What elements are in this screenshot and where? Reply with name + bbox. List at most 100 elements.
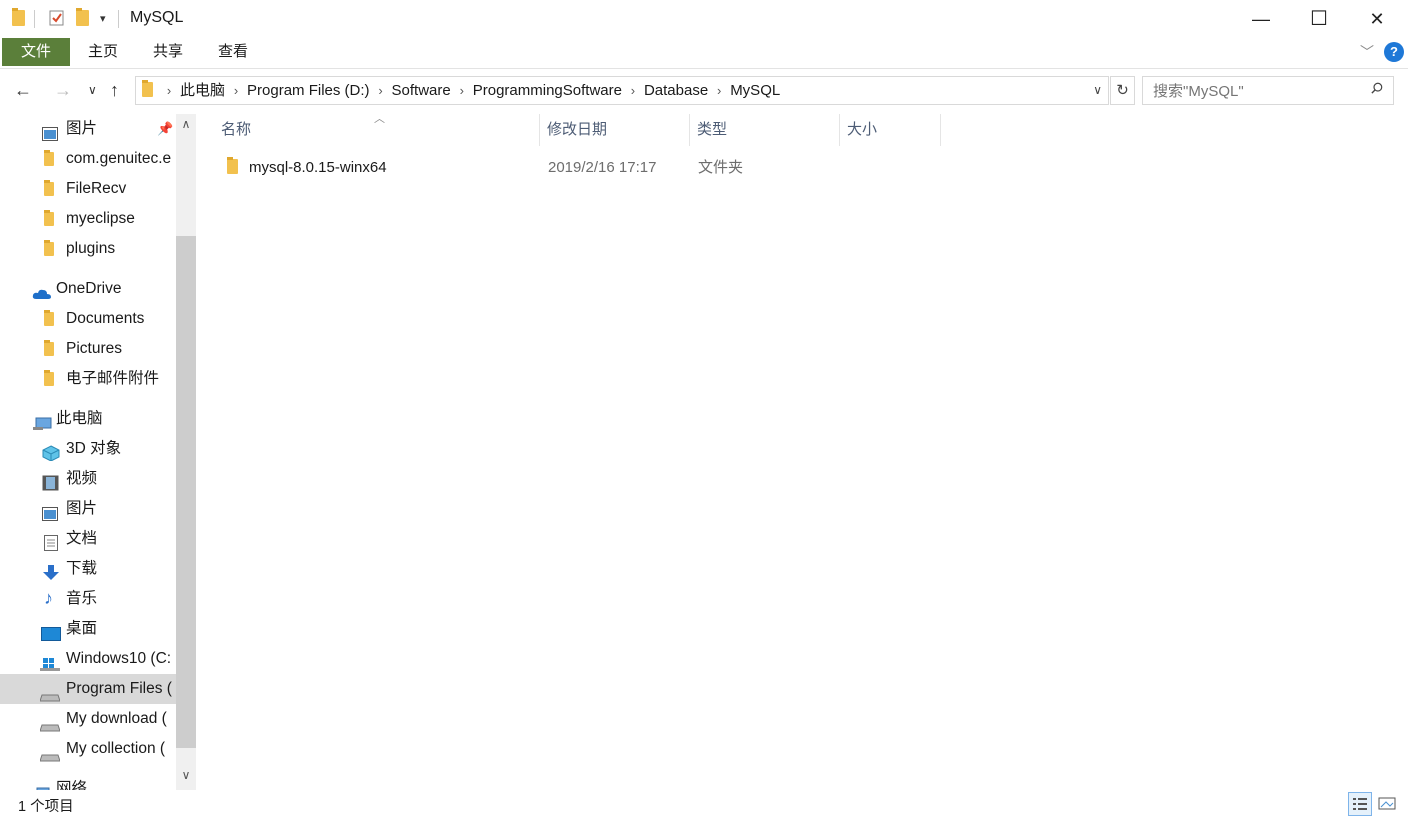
3d-objects-icon (42, 442, 60, 462)
help-icon[interactable]: ? (1384, 42, 1404, 62)
breadcrumb-separator[interactable]: › (225, 77, 247, 104)
sidebar-item-pictures[interactable]: Pictures (0, 334, 176, 364)
sidebar-item-label: 下载 (66, 560, 98, 577)
sidebar-item-com-genuitec[interactable]: com.genuitec.e (0, 144, 176, 174)
pictures-icon (42, 502, 58, 521)
sidebar-item-label: plugins (66, 240, 116, 257)
network-icon (32, 782, 50, 790)
sidebar-item-network[interactable]: 网络 (0, 774, 176, 790)
sidebar-item-label: myeclipse (66, 210, 135, 227)
properties-icon[interactable] (48, 9, 66, 31)
sidebar-item-3d-objects[interactable]: 3D 对象 (0, 434, 176, 464)
folder-icon (44, 240, 58, 256)
onedrive-icon (32, 282, 51, 299)
customize-toolbar-icon[interactable]: ▾ (100, 12, 106, 25)
sidebar-scrollbar[interactable]: ∧ ∨ (176, 114, 196, 790)
sidebar-item-plugins[interactable]: plugins (0, 234, 176, 264)
sidebar-item-label: OneDrive (56, 280, 122, 297)
breadcrumb-programming-software[interactable]: ProgrammingSoftware (473, 77, 622, 104)
sidebar-item-label: 此电脑 (56, 410, 103, 427)
details-view-button[interactable] (1348, 792, 1372, 816)
recent-locations-button[interactable]: ∨ (88, 83, 97, 97)
sidebar-item-myeclipse[interactable]: myeclipse (0, 204, 176, 234)
sidebar-item-music[interactable]: ♪ 音乐 (0, 584, 176, 614)
sidebar-item-this-pc[interactable]: 此电脑 (0, 404, 176, 434)
search-icon (1371, 82, 1383, 94)
sidebar-item-label: Documents (66, 310, 145, 327)
divider (118, 10, 119, 28)
sidebar-item-documents[interactable]: Documents (0, 304, 176, 334)
file-name: mysql-8.0.15-winx64 (249, 159, 387, 176)
back-button[interactable]: ← (14, 80, 32, 101)
breadcrumb-separator[interactable]: › (451, 77, 473, 104)
scroll-down-icon[interactable]: ∨ (176, 768, 196, 782)
maximize-button[interactable]: ☐ (1290, 0, 1348, 38)
sidebar-item-label: 图片 (66, 120, 98, 137)
close-button[interactable]: ✕ (1348, 0, 1406, 38)
breadcrumb-drive-d[interactable]: Program Files (D:) (247, 77, 370, 104)
breadcrumb-separator[interactable]: › (158, 77, 180, 104)
breadcrumb-this-pc[interactable]: 此电脑 (180, 77, 225, 104)
table-row[interactable]: mysql-8.0.15-winx64 2019/2/16 17:17 文件夹 (220, 154, 940, 182)
breadcrumb-database[interactable]: Database (644, 77, 708, 104)
sidebar-item-docs-pc[interactable]: 文档 (0, 524, 176, 554)
up-button[interactable]: ↑ (110, 80, 119, 101)
search-box[interactable] (1142, 76, 1394, 105)
sidebar-item-pictures-pinned[interactable]: 图片 📌 (0, 114, 176, 144)
sidebar-item-email-attachments[interactable]: 电子邮件附件 (0, 364, 176, 394)
breadcrumb-software[interactable]: Software (392, 77, 451, 104)
breadcrumb-separator[interactable]: › (708, 77, 730, 104)
sidebar-item-onedrive[interactable]: OneDrive (0, 274, 176, 304)
breadcrumb-separator[interactable]: › (370, 77, 392, 104)
forward-button[interactable]: → (54, 80, 72, 101)
sidebar-item-drive-c[interactable]: Windows10 (C: (0, 644, 176, 674)
videos-icon (42, 472, 59, 491)
sidebar-item-downloads[interactable]: 下载 (0, 554, 176, 584)
column-header-name[interactable]: 名称 (214, 114, 540, 146)
breadcrumb-mysql[interactable]: MySQL (730, 77, 780, 104)
folder-icon (227, 157, 238, 174)
refresh-button[interactable]: ↻ (1110, 76, 1135, 105)
address-dropdown-icon[interactable]: ∨ (1093, 83, 1102, 97)
scroll-up-icon[interactable]: ∧ (176, 117, 196, 131)
column-header-size[interactable]: 大小 (840, 114, 941, 146)
drive-icon (39, 744, 61, 762)
minimize-button[interactable]: — (1232, 0, 1290, 38)
folder-icon (44, 210, 58, 226)
tab-share[interactable]: 共享 (143, 38, 193, 66)
tab-home[interactable]: 主页 (78, 38, 128, 66)
new-folder-icon[interactable] (76, 8, 89, 26)
divider (34, 10, 35, 28)
sidebar-item-pictures-pc[interactable]: 图片 (0, 494, 176, 524)
item-count: 1 个项目 (18, 799, 74, 815)
sidebar-item-drive-d[interactable]: Program Files ( (0, 674, 176, 704)
tab-view[interactable]: 查看 (208, 38, 258, 66)
sidebar-item-label: 3D 对象 (66, 440, 122, 457)
status-bar: 1 个项目 (0, 790, 1408, 819)
search-input[interactable] (1151, 80, 1365, 103)
sidebar-item-my-download[interactable]: My download ( (0, 704, 176, 734)
large-icons-view-icon (1378, 797, 1396, 810)
downloads-icon (42, 562, 59, 580)
breadcrumb-separator[interactable]: › (622, 77, 644, 104)
sidebar-item-label: 视频 (66, 470, 98, 487)
address-bar[interactable]: › 此电脑 › Program Files (D:) › Software › Program… (135, 76, 1109, 105)
sidebar-item-videos[interactable]: 视频 (0, 464, 176, 494)
music-icon: ♪ (44, 588, 53, 608)
sidebar-item-my-collection[interactable]: My collection ( (0, 734, 176, 764)
computer-icon (32, 412, 52, 430)
column-header-modified[interactable]: 修改日期 (540, 114, 690, 146)
sidebar-item-desktop[interactable]: 桌面 (0, 614, 176, 644)
tab-file[interactable]: 文件 (2, 38, 70, 66)
scroll-thumb[interactable] (176, 236, 196, 748)
drive-icon (39, 684, 61, 702)
pin-icon[interactable]: 📌 (157, 114, 173, 144)
sidebar-item-filerecv[interactable]: FileRecv (0, 174, 176, 204)
windows-drive-icon (40, 652, 60, 671)
large-icons-view-button[interactable] (1376, 792, 1400, 816)
sidebar-item-label: Windows10 (C: (66, 650, 172, 667)
desktop-icon (41, 622, 61, 641)
column-header-type[interactable]: 类型 (690, 114, 840, 146)
chevron-down-icon[interactable]: ﹀ (1360, 42, 1374, 62)
sidebar-item-label: 网络 (56, 780, 88, 790)
